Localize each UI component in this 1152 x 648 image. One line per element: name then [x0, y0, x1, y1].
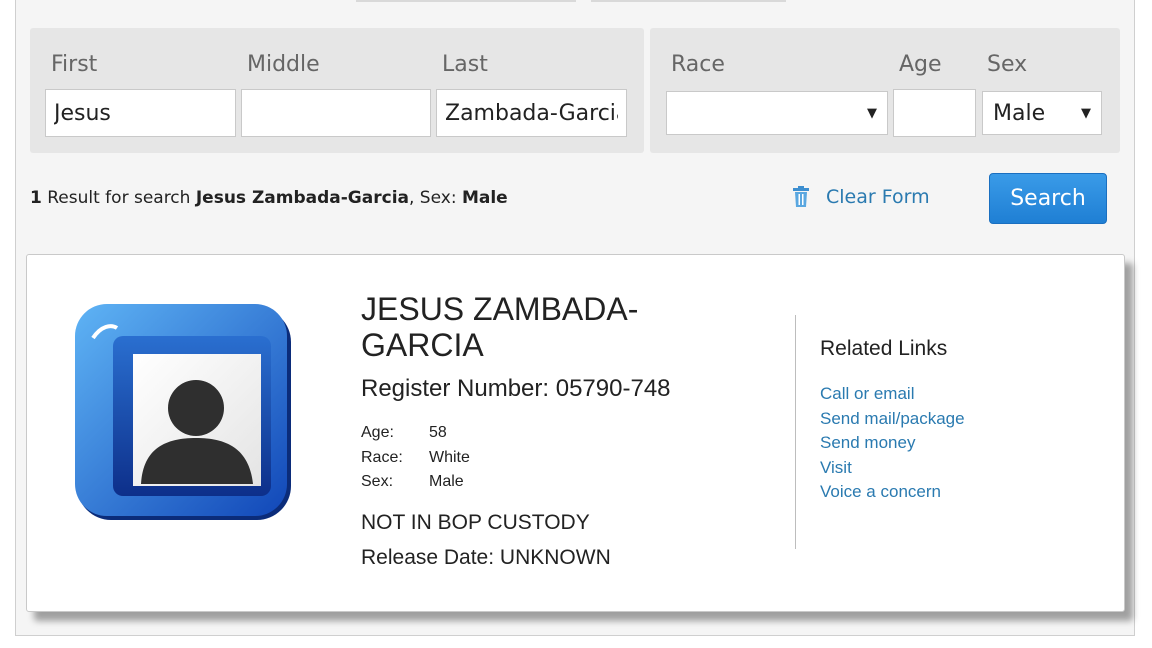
age-detail-value: 58 — [429, 424, 447, 441]
result-prefix: Result for search — [41, 188, 196, 208]
result-count: 1 — [30, 188, 42, 208]
first-name-input[interactable] — [45, 89, 236, 137]
age-detail-label: Age: — [361, 424, 394, 441]
card-divider — [795, 315, 796, 549]
trash-icon — [793, 186, 809, 207]
middle-name-input[interactable] — [241, 89, 431, 137]
related-link-send-money[interactable]: Send money — [820, 431, 965, 456]
related-link-visit[interactable]: Visit — [820, 456, 965, 481]
register-number-label: Register Number: — [361, 375, 550, 402]
clear-form-label: Clear Form — [826, 186, 930, 208]
race-detail-value: White — [429, 448, 470, 466]
related-links-list: Call or email Send mail/package Send mon… — [820, 382, 965, 505]
last-name-input[interactable] — [436, 89, 627, 137]
inmate-name: JESUS ZAMBADA-GARCIA — [361, 291, 639, 363]
result-sex-prefix: , Sex: — [409, 188, 462, 208]
result-summary: 1 Result for search Jesus Zambada-Garcia… — [30, 188, 508, 208]
release-date-label: Release Date: — [361, 546, 495, 569]
middle-name-label: Middle — [247, 52, 320, 77]
search-button[interactable]: Search — [989, 173, 1107, 224]
release-date: Release Date: UNKNOWN — [361, 546, 611, 570]
dropdown-arrow-icon: ▼ — [1081, 105, 1091, 121]
inmate-details: Age: 58 Race: White Sex: Male — [361, 424, 470, 498]
race-detail-label: Race: — [361, 448, 403, 466]
result-query: Jesus Zambada-Garcia — [195, 188, 409, 208]
top-tab-edges — [356, 0, 786, 3]
age-input[interactable] — [893, 89, 976, 137]
race-select[interactable]: ▼ — [666, 91, 888, 135]
sex-selected-value: Male — [993, 100, 1046, 126]
related-link-call-or-email[interactable]: Call or email — [820, 382, 965, 407]
sex-select[interactable]: Male ▼ — [982, 91, 1102, 135]
related-link-voice-a-concern[interactable]: Voice a concern — [820, 480, 965, 505]
result-sex: Male — [461, 188, 508, 208]
sex-detail-value: Male — [429, 473, 464, 490]
related-links-title: Related Links — [820, 337, 948, 360]
sex-label: Sex — [987, 52, 1028, 77]
person-placeholder-icon — [75, 304, 291, 520]
related-link-send-mail-package[interactable]: Send mail/package — [820, 407, 965, 432]
inmate-result-card: JESUS ZAMBADA-GARCIA Register Number: 05… — [26, 254, 1125, 612]
release-date-value: UNKNOWN — [499, 546, 611, 569]
clear-form-button[interactable]: Clear Form — [792, 186, 930, 208]
age-label: Age — [899, 52, 942, 77]
dropdown-arrow-icon: ▼ — [867, 105, 877, 121]
last-name-label: Last — [442, 52, 488, 77]
register-number: Register Number: 05790-748 — [361, 375, 671, 403]
register-number-value: 05790-748 — [555, 375, 671, 402]
custody-status: NOT IN BOP CUSTODY — [361, 511, 590, 534]
race-label: Race — [671, 52, 725, 77]
first-name-label: First — [51, 52, 98, 77]
sex-detail-label: Sex: — [361, 473, 394, 490]
